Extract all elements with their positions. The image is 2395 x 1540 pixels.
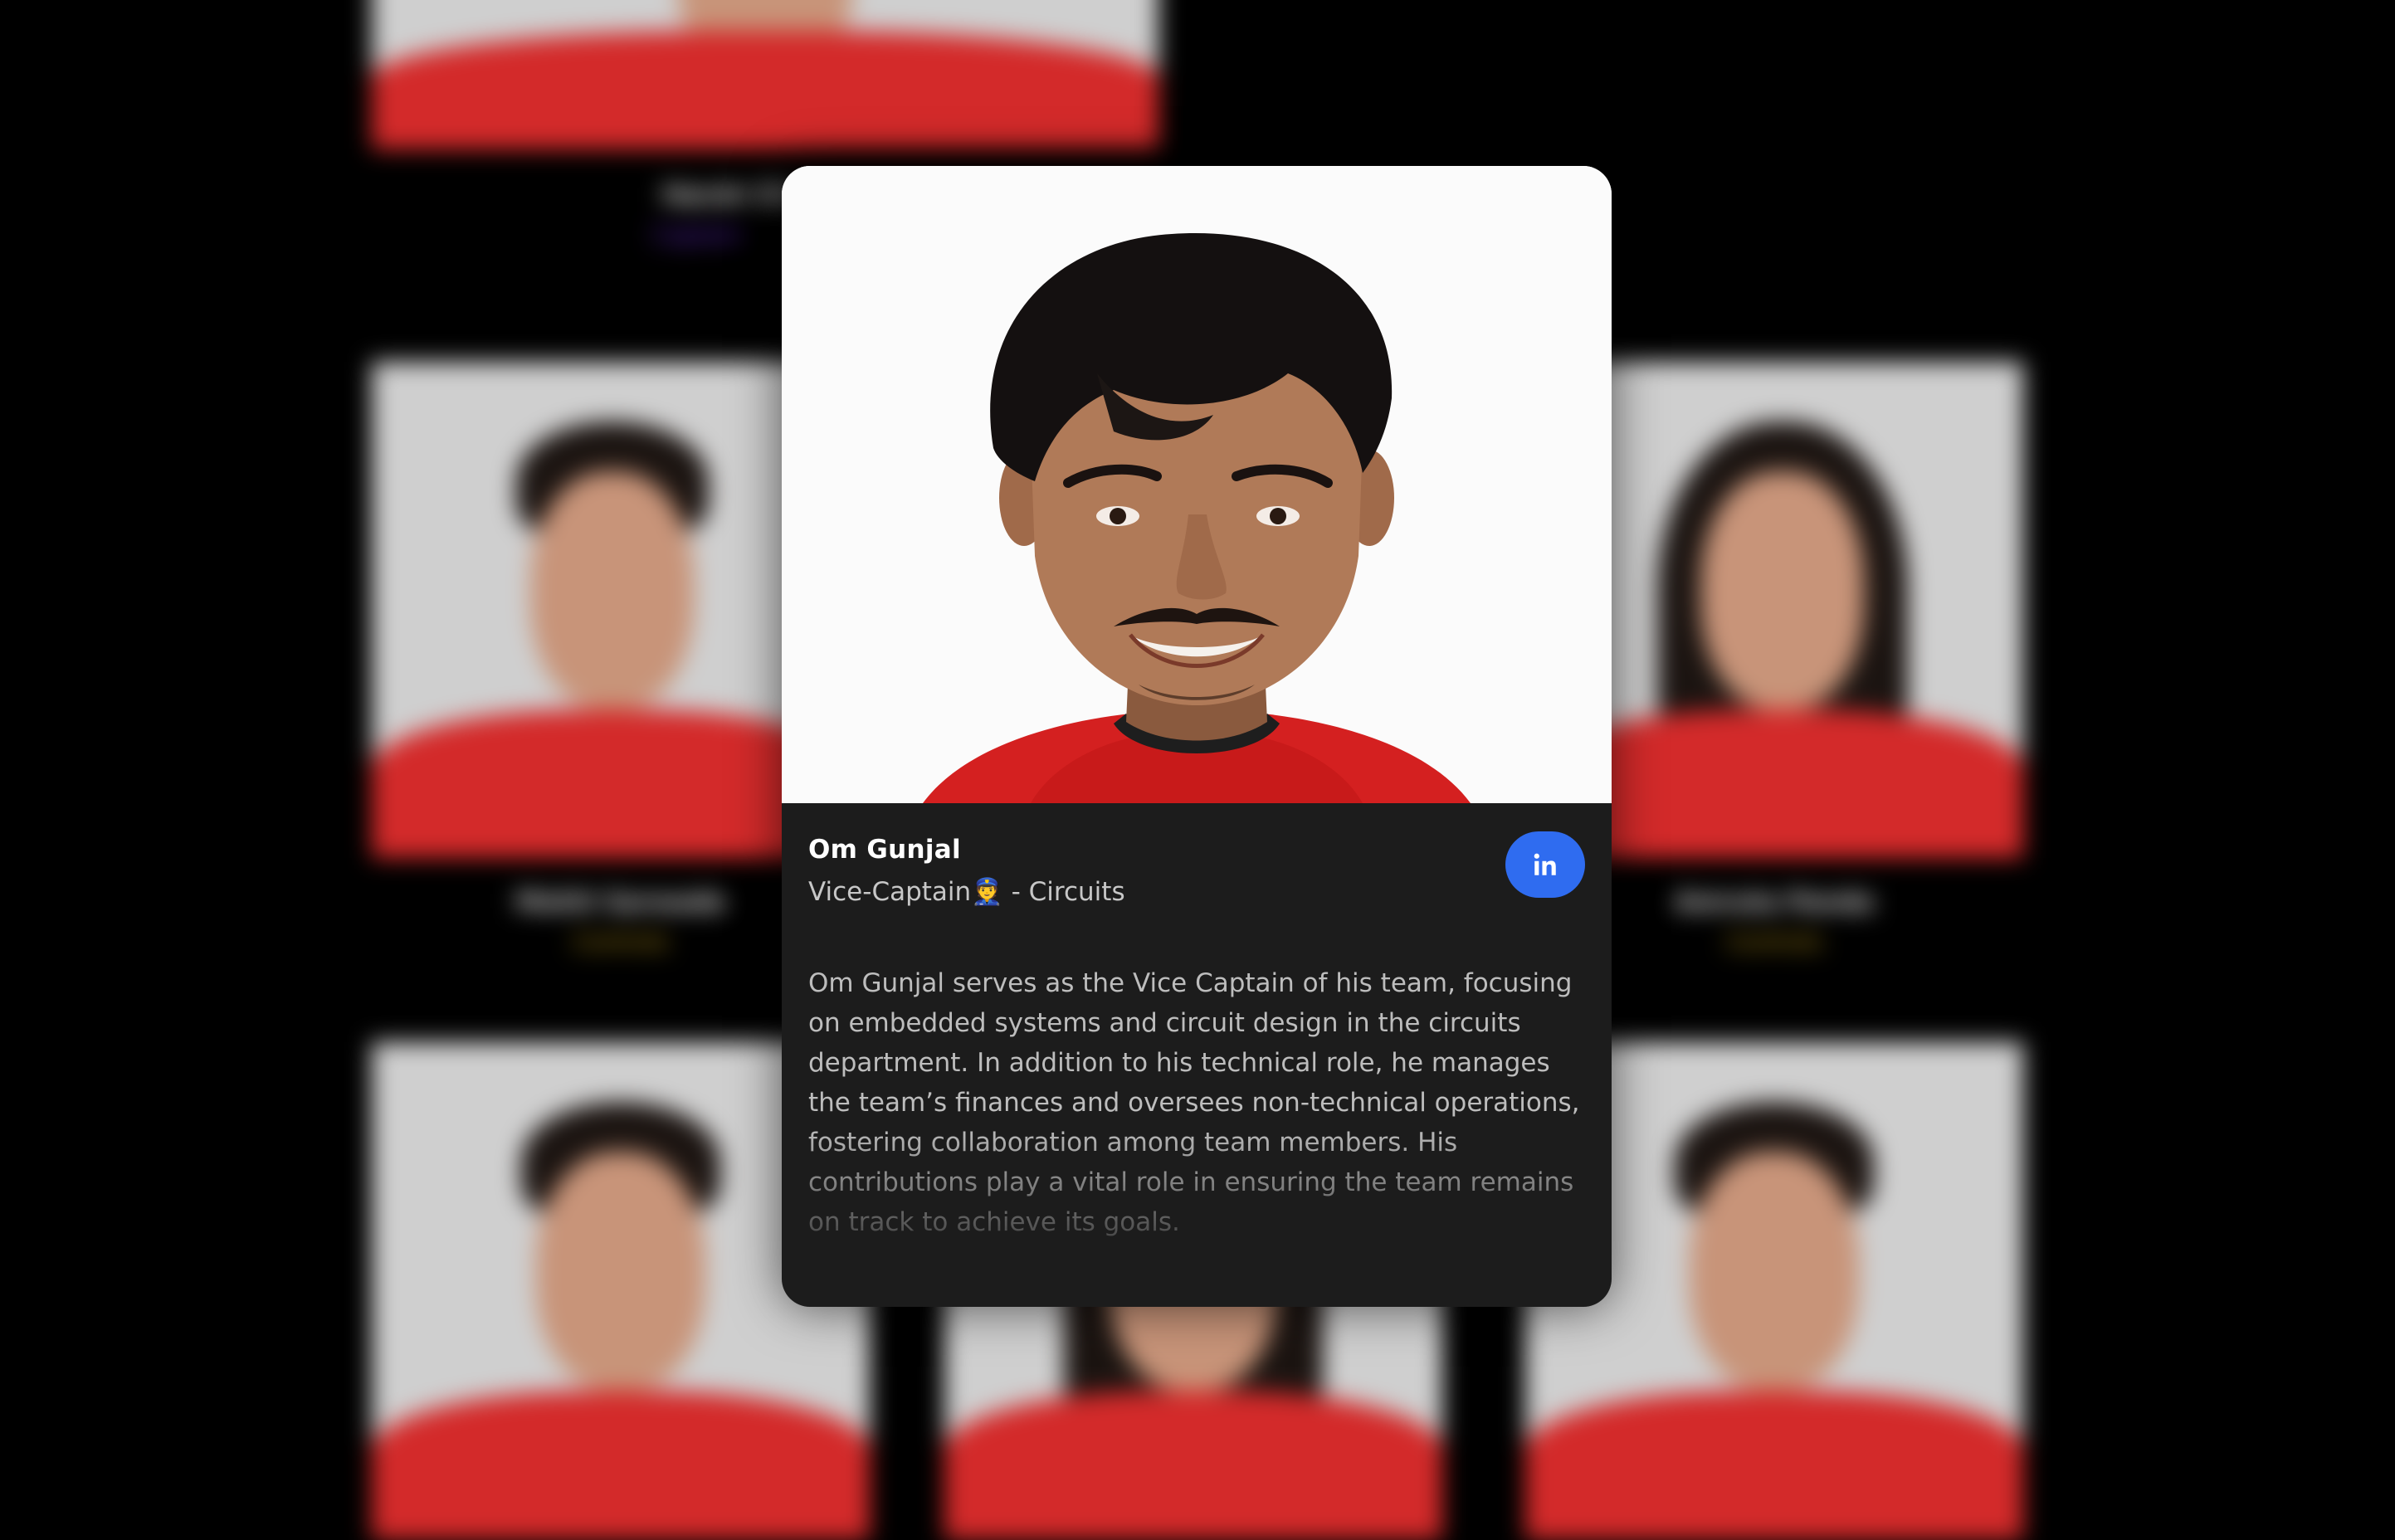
member-info: Om Gunjal Vice-Captain👮 - Circuits Om Gu… xyxy=(782,803,1612,1242)
member-detail-modal: Om Gunjal Vice-Captain👮 - Circuits Om Gu… xyxy=(782,166,1612,1307)
team-card-role: Controls xyxy=(1726,928,1822,955)
team-card-name: Amruta Panda xyxy=(1674,888,1875,917)
team-card-photo xyxy=(1542,362,2023,858)
member-role: Vice-Captain👮 - Circuits xyxy=(808,877,1125,907)
team-card-photo xyxy=(372,362,853,858)
linkedin-icon xyxy=(1534,853,1556,875)
member-photo xyxy=(782,166,1612,803)
linkedin-button[interactable] xyxy=(1505,831,1585,898)
member-bio: Om Gunjal serves as the Vice Captain of … xyxy=(808,968,1580,1237)
member-name: Om Gunjal xyxy=(808,835,961,865)
team-card-photo xyxy=(372,0,1158,149)
